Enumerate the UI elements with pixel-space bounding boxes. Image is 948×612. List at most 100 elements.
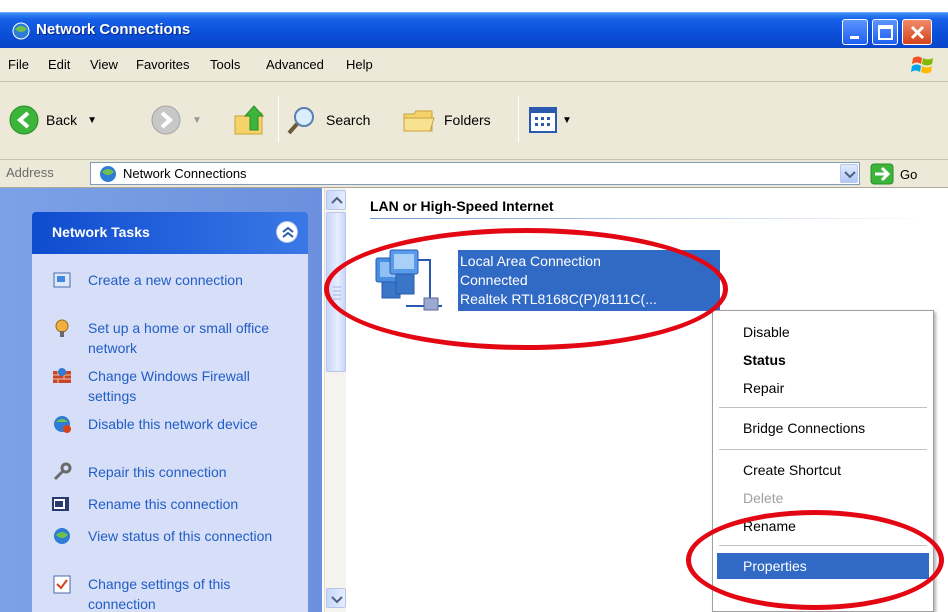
menu-view[interactable]: View xyxy=(90,57,118,72)
close-button[interactable] xyxy=(902,19,932,45)
chevron-up-double-icon xyxy=(282,226,294,238)
ctx-repair[interactable]: Repair xyxy=(717,375,929,401)
ctx-separator xyxy=(719,407,927,408)
task-label: Disable this network device xyxy=(88,416,258,432)
task-label: Change settings of this connection xyxy=(88,576,231,612)
rename-icon xyxy=(52,497,69,511)
network-tasks-body: Create a new connection Set up a home or… xyxy=(32,254,308,612)
globe-status-icon xyxy=(54,528,70,544)
back-button[interactable]: Back ▼ xyxy=(8,104,97,136)
title-bar: Network Connections xyxy=(0,12,948,48)
forward-arrow-icon xyxy=(151,105,181,135)
firewall-icon xyxy=(53,368,71,383)
address-input[interactable]: Network Connections xyxy=(90,162,860,185)
task-view-status[interactable]: View status of this connection xyxy=(52,526,288,546)
ctx-disable[interactable]: Disable xyxy=(717,319,929,345)
task-home-network[interactable]: Set up a home or small office network xyxy=(52,318,288,358)
task-repair-connection[interactable]: Repair this connection xyxy=(52,462,288,482)
views-icon xyxy=(529,107,557,133)
search-icon xyxy=(287,107,314,135)
task-label: Rename this connection xyxy=(88,496,239,512)
scroll-thumb[interactable] xyxy=(326,212,346,372)
network-connections-icon xyxy=(100,166,116,182)
connection-device: Realtek RTL8168C(P)/8111C(... xyxy=(460,291,657,307)
network-tasks-header[interactable]: Network Tasks xyxy=(32,212,308,254)
forward-button[interactable]: ▼ xyxy=(150,104,202,136)
chevron-down-icon xyxy=(331,596,343,604)
up-folder-icon xyxy=(234,105,265,135)
address-bar: Address Network Connections Go xyxy=(0,160,948,188)
group-divider xyxy=(370,218,930,219)
windows-flag-icon xyxy=(911,56,933,74)
task-label: Create a new connection xyxy=(88,272,243,288)
minimize-icon xyxy=(850,36,859,39)
go-label: Go xyxy=(900,166,918,182)
wrench-icon xyxy=(53,462,72,481)
task-create-connection[interactable]: Create a new connection xyxy=(52,270,288,290)
scroll-up-button[interactable] xyxy=(326,190,346,210)
up-folder-button[interactable] xyxy=(232,102,268,138)
ctx-create-shortcut[interactable]: Create Shortcut xyxy=(717,457,929,483)
task-pane: Network Tasks Create a new connection Se… xyxy=(0,188,322,612)
address-label: Address xyxy=(6,165,54,180)
ctx-bridge-connections[interactable]: Bridge Connections xyxy=(717,415,929,441)
menu-tools[interactable]: Tools xyxy=(210,57,240,72)
task-pane-scrollbar[interactable] xyxy=(324,188,346,612)
task-rename-connection[interactable]: Rename this connection xyxy=(52,494,288,514)
toolbar: Back ▼ ▼ Search Folders ▼ xyxy=(0,82,948,160)
disable-device-icon xyxy=(54,416,71,433)
views-dropdown-icon[interactable]: ▼ xyxy=(562,115,572,126)
folders-label: Folders xyxy=(444,112,491,128)
menu-advanced[interactable]: Advanced xyxy=(266,57,324,72)
ctx-properties[interactable]: Properties xyxy=(717,553,929,579)
collapse-button[interactable] xyxy=(276,221,298,243)
maximize-button[interactable] xyxy=(872,19,898,45)
task-label: Repair this connection xyxy=(88,464,227,480)
views-button[interactable]: ▼ xyxy=(528,106,572,134)
network-tasks-title: Network Tasks xyxy=(52,224,150,240)
menu-edit[interactable]: Edit xyxy=(48,57,70,72)
menu-bar: File Edit View Favorites Tools Advanced … xyxy=(0,48,948,82)
address-dropdown-button[interactable] xyxy=(840,164,858,183)
ctx-delete: Delete xyxy=(743,490,784,506)
chevron-down-icon xyxy=(844,171,856,179)
menu-favorites[interactable]: Favorites xyxy=(136,57,189,72)
task-label: Change Windows Firewall settings xyxy=(88,368,250,404)
close-icon xyxy=(910,25,925,40)
task-disable-device[interactable]: Disable this network device xyxy=(52,414,288,434)
task-label: View status of this connection xyxy=(88,528,273,544)
menu-file[interactable]: File xyxy=(8,57,29,72)
menu-help[interactable]: Help xyxy=(346,57,373,72)
network-computers-icon xyxy=(375,249,442,311)
task-label: Set up a home or small office network xyxy=(88,320,270,356)
ctx-rename[interactable]: Rename xyxy=(717,513,929,539)
ctx-separator xyxy=(719,449,927,450)
folders-button[interactable]: Folders xyxy=(402,104,491,136)
settings-checklist-icon xyxy=(53,575,71,594)
network-connections-icon xyxy=(12,22,30,40)
network-tasks-panel: Network Tasks Create a new connection Se… xyxy=(32,212,308,612)
group-heading: LAN or High-Speed Internet xyxy=(370,198,554,214)
new-connection-icon xyxy=(53,272,71,288)
grip-icon xyxy=(333,286,341,300)
context-menu: Disable Status Repair Bridge Connections… xyxy=(712,310,934,612)
go-arrow-icon xyxy=(870,163,894,185)
go-button[interactable]: Go xyxy=(870,163,917,185)
folders-icon xyxy=(403,110,435,132)
chevron-up-icon xyxy=(331,196,343,204)
ctx-separator xyxy=(719,545,927,546)
search-button[interactable]: Search xyxy=(286,104,370,136)
minimize-button[interactable] xyxy=(842,19,868,45)
home-network-icon xyxy=(55,319,69,337)
task-firewall-settings[interactable]: Change Windows Firewall settings xyxy=(52,366,288,406)
connection-status: Connected xyxy=(460,272,528,288)
ctx-status[interactable]: Status xyxy=(717,347,929,373)
maximize-icon xyxy=(878,25,893,40)
task-change-settings[interactable]: Change settings of this connection xyxy=(52,574,288,612)
connection-name: Local Area Connection xyxy=(460,253,601,269)
connection-label-selected: Local Area Connection Connected Realtek … xyxy=(458,250,720,311)
back-dropdown-icon[interactable]: ▼ xyxy=(87,115,97,126)
toolbar-separator xyxy=(278,96,279,142)
scroll-down-button[interactable] xyxy=(326,588,346,608)
forward-dropdown-icon[interactable]: ▼ xyxy=(192,115,202,126)
